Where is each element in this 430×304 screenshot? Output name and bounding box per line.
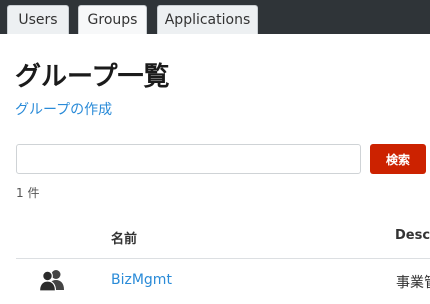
search-button[interactable]: 検索 bbox=[370, 144, 426, 174]
group-icon bbox=[39, 270, 64, 291]
column-header-description: Descr bbox=[395, 228, 430, 243]
tab-groups[interactable]: Groups bbox=[78, 5, 147, 34]
table-divider bbox=[16, 258, 430, 259]
tab-applications[interactable]: Applications bbox=[157, 5, 258, 34]
result-count: 1 件 bbox=[16, 186, 40, 200]
tab-users[interactable]: Users bbox=[7, 5, 69, 34]
column-header-name: 名前 bbox=[111, 232, 138, 247]
search-input[interactable] bbox=[16, 144, 361, 174]
top-nav-bar: Users Groups Applications bbox=[0, 0, 430, 34]
page-title: グループ一覧 bbox=[15, 62, 170, 92]
create-group-link[interactable]: グループの作成 bbox=[15, 99, 112, 119]
group-name-link[interactable]: BizMgmt bbox=[111, 272, 172, 288]
group-description: 事業管 bbox=[396, 275, 430, 291]
